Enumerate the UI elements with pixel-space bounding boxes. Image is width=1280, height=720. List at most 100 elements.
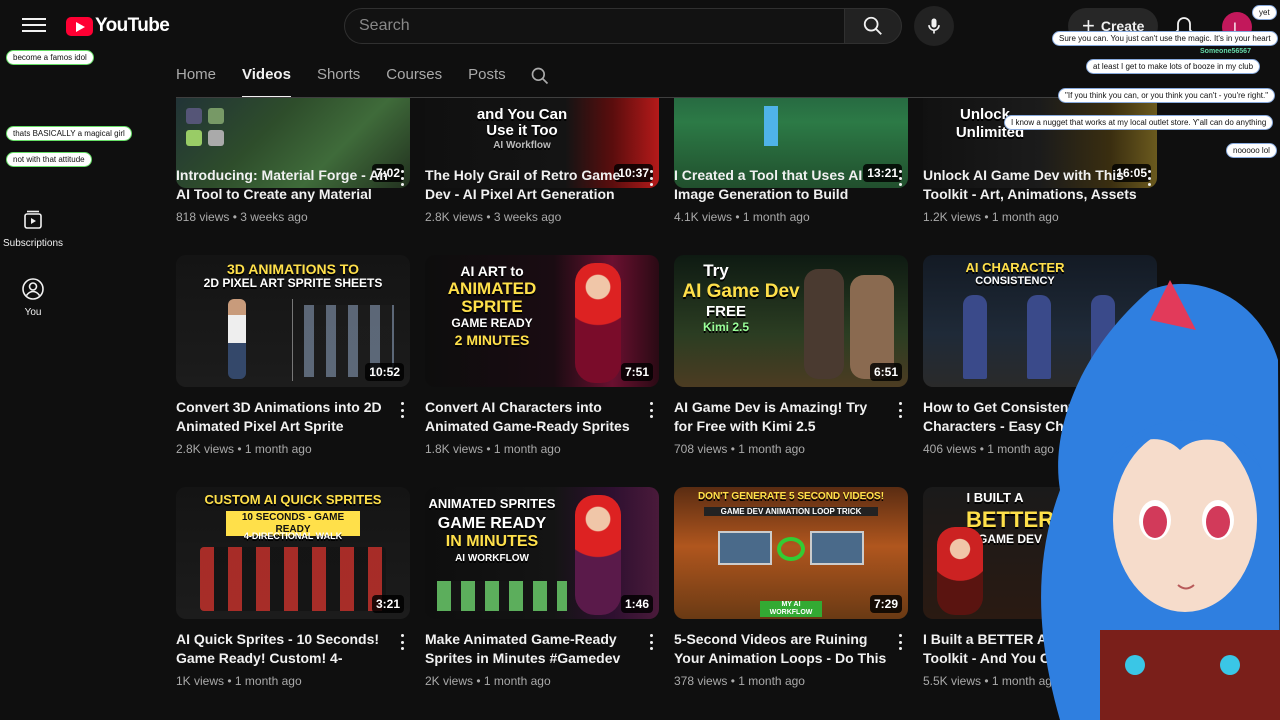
search-button[interactable]	[844, 8, 902, 44]
chat-bubble: at least I get to make lots of booze in …	[1086, 59, 1261, 74]
chat-bubble: Sure you can. You just can't use the mag…	[1052, 31, 1278, 46]
subscriptions-icon	[24, 210, 42, 229]
chat-username: Someone56567	[1200, 48, 1251, 55]
tab-shorts[interactable]: Shorts	[317, 52, 360, 98]
thumbnail-text: GAME READY	[437, 515, 547, 532]
guide-item-subscriptions[interactable]: Subscriptions	[0, 208, 66, 249]
more-actions-icon[interactable]	[645, 632, 657, 652]
you-icon	[22, 278, 44, 300]
more-actions-icon[interactable]	[894, 632, 906, 652]
video-thumbnail[interactable]: DON'T GENERATE 5 SECOND VIDEOS! GAME DEV…	[674, 487, 908, 619]
video-duration: 3:21	[371, 595, 404, 613]
video-title[interactable]: Convert 3D Animations into 2D Animated P…	[176, 398, 390, 436]
thumbnail-text: 4-DIRECTIONAL WALK	[243, 531, 343, 541]
vtuber-avatar	[1041, 280, 1280, 720]
tab-posts[interactable]: Posts	[468, 52, 506, 98]
thumbnail-text: GAME READY	[451, 316, 533, 330]
video-thumbnail[interactable]: Try AI Game Dev FREE Kimi 2.5 6:51	[674, 255, 908, 387]
thumbnail-text: CUSTOM AI QUICK SPRITES	[204, 492, 382, 507]
video-metadata: 2.8K views • 1 month ago	[176, 442, 312, 456]
search-input[interactable]	[344, 8, 844, 44]
tab-courses[interactable]: Courses	[386, 52, 442, 98]
video-thumbnail[interactable]: ANIMATED SPRITES GAME READY IN MINUTES A…	[425, 487, 659, 619]
tab-videos[interactable]: Videos	[242, 52, 291, 98]
search-bar	[344, 8, 902, 44]
microphone-icon	[928, 18, 940, 34]
thumbnail-text: GAME DEV ANIMATION LOOP TRICK	[704, 507, 878, 517]
video-title[interactable]: Introducing: Material Forge - An AI Tool…	[176, 166, 390, 204]
video-duration: 1:46	[620, 595, 653, 613]
thumbnail-text: and You Can	[476, 106, 568, 123]
video-title[interactable]: AI Game Dev is Amazing! Try for Free wit…	[674, 398, 888, 436]
more-actions-icon[interactable]	[645, 400, 657, 420]
chat-message-left: not with that attitude	[6, 152, 92, 167]
video-thumbnail[interactable]: AI ART to ANIMATED SPRITE GAME READY 2 M…	[425, 255, 659, 387]
search-icon	[863, 16, 882, 35]
chat-bubble: nooooo lol	[1226, 143, 1277, 158]
video-thumbnail[interactable]: 3D ANIMATIONS TO 2D PIXEL ART SPRITE SHE…	[176, 255, 410, 387]
chat-message-right: Sure you can. You just can't use the mag…	[1052, 31, 1278, 46]
thumbnail-text: ANIMATED SPRITES	[428, 496, 556, 511]
video-title[interactable]: Make Animated Game-Ready Sprites in Minu…	[425, 630, 639, 668]
thumbnail-text: AI ART to	[460, 263, 524, 279]
more-actions-icon[interactable]	[396, 632, 408, 652]
chat-message-right: at least I get to make lots of booze in …	[1086, 59, 1261, 74]
menu-icon[interactable]	[22, 14, 46, 38]
video-title[interactable]: Convert AI Characters into Animated Game…	[425, 398, 639, 436]
thumbnail-text: ANIMATED	[447, 279, 537, 298]
video-metadata: 4.1K views • 1 month ago	[674, 210, 810, 224]
tab-home[interactable]: Home	[176, 52, 216, 98]
video-metadata: 2K views • 1 month ago	[425, 674, 551, 688]
thumbnail-text: AI Workflow	[493, 140, 551, 151]
video-duration: 10:52	[365, 363, 404, 381]
thumbnail-text: IN MINUTES	[445, 533, 539, 550]
video-title[interactable]: 5-Second Videos are Ruining Your Animati…	[674, 630, 888, 668]
thumbnail-text: AI WORKFLOW	[455, 553, 529, 564]
guide-label: You	[24, 307, 42, 318]
thumbnail-text: 2D PIXEL ART SPRITE SHEETS	[203, 276, 383, 290]
video-title[interactable]: I Created a Tool that Uses AI Image Gene…	[674, 166, 888, 204]
play-logo-icon	[66, 16, 93, 36]
video-duration: 7:51	[620, 363, 653, 381]
channel-search-icon[interactable]	[530, 66, 550, 86]
video-duration: 7:29	[869, 595, 902, 613]
thumbnail-text: 2 MINUTES	[454, 332, 530, 348]
guide-item-you[interactable]: You	[0, 277, 66, 318]
thumbnail-text: DON'T GENERATE 5 SECOND VIDEOS!	[697, 491, 885, 502]
video-metadata: 1K views • 1 month ago	[176, 674, 302, 688]
video-title[interactable]: Unlock AI Game Dev with This Toolkit - A…	[923, 166, 1137, 204]
video-duration: 6:51	[869, 363, 902, 381]
video-title[interactable]: AI Quick Sprites - 10 Seconds! Game Read…	[176, 630, 390, 668]
chat-bubble: "If you think you can, or you think you …	[1058, 88, 1276, 103]
chat-bubble: thats BASICALLY a magical girl	[6, 126, 132, 141]
more-actions-icon[interactable]	[894, 400, 906, 420]
chat-message-right: I know a nugget that works at my local o…	[1004, 115, 1274, 130]
chat-message-left: thats BASICALLY a magical girl	[6, 126, 132, 141]
voice-search-button[interactable]	[914, 6, 954, 46]
chat-message-left: become a famos idol	[6, 50, 94, 65]
thumbnail-text: SPRITE	[461, 297, 523, 316]
more-actions-icon[interactable]	[894, 168, 906, 188]
channel-tabs: Home Videos Shorts Courses Posts	[176, 52, 532, 98]
video-metadata: 1.2K views • 1 month ago	[923, 210, 1059, 224]
thumbnail-text: Use it Too	[486, 122, 558, 139]
more-actions-icon[interactable]	[396, 168, 408, 188]
chat-bubble: I know a nugget that works at my local o…	[1004, 115, 1274, 130]
chat-bubble: become a famos idol	[6, 50, 94, 65]
chat-message-right: "If you think you can, or you think you …	[1058, 88, 1276, 103]
more-actions-icon[interactable]	[1143, 168, 1155, 188]
logo-text: YouTube	[95, 15, 170, 36]
video-metadata: 378 views • 1 month ago	[674, 674, 805, 688]
thumbnail-text: MY AI WORKFLOW	[760, 601, 822, 618]
video-metadata: 1.8K views • 1 month ago	[425, 442, 561, 456]
thumbnail-text: 3D ANIMATIONS TO	[227, 261, 359, 277]
chat-bubble: yet	[1252, 5, 1277, 20]
youtube-logo[interactable]: YouTube	[66, 15, 170, 37]
guide-label: Subscriptions	[2, 238, 64, 249]
more-actions-icon[interactable]	[396, 400, 408, 420]
video-title[interactable]: The Holy Grail of Retro Game Dev - AI Pi…	[425, 166, 639, 204]
video-thumbnail[interactable]: CUSTOM AI QUICK SPRITES 10 SECONDS - GAM…	[176, 487, 410, 619]
video-metadata: 818 views • 3 weeks ago	[176, 210, 308, 224]
chat-message-right: yet	[1252, 5, 1277, 20]
more-actions-icon[interactable]	[645, 168, 657, 188]
